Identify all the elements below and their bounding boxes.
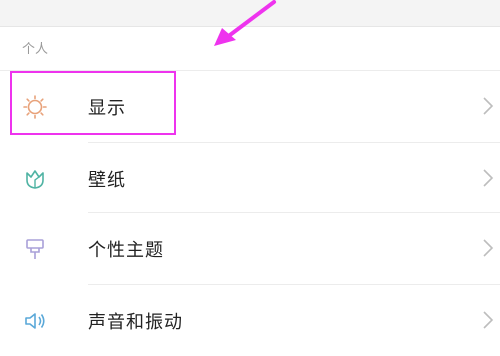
tulip-icon: [22, 166, 48, 192]
chevron-right-icon: [482, 310, 494, 330]
chevron-right-icon: [482, 168, 494, 188]
settings-item-sound[interactable]: 声音和振动: [0, 284, 500, 356]
settings-item-label: 壁纸: [88, 170, 126, 191]
settings-item-wallpaper[interactable]: 壁纸: [0, 142, 500, 214]
settings-item-label: 个性主题: [88, 240, 164, 261]
chevron-right-icon: [482, 238, 494, 258]
highlight-box: [10, 71, 176, 135]
settings-item-label: 声音和振动: [88, 312, 183, 333]
brush-icon: [22, 236, 48, 262]
settings-item-theme[interactable]: 个性主题: [0, 212, 500, 284]
chevron-right-icon: [482, 96, 494, 116]
speaker-icon: [22, 308, 48, 334]
section-header: 个人: [22, 42, 49, 57]
pointer-arrow-icon: [210, 0, 280, 50]
